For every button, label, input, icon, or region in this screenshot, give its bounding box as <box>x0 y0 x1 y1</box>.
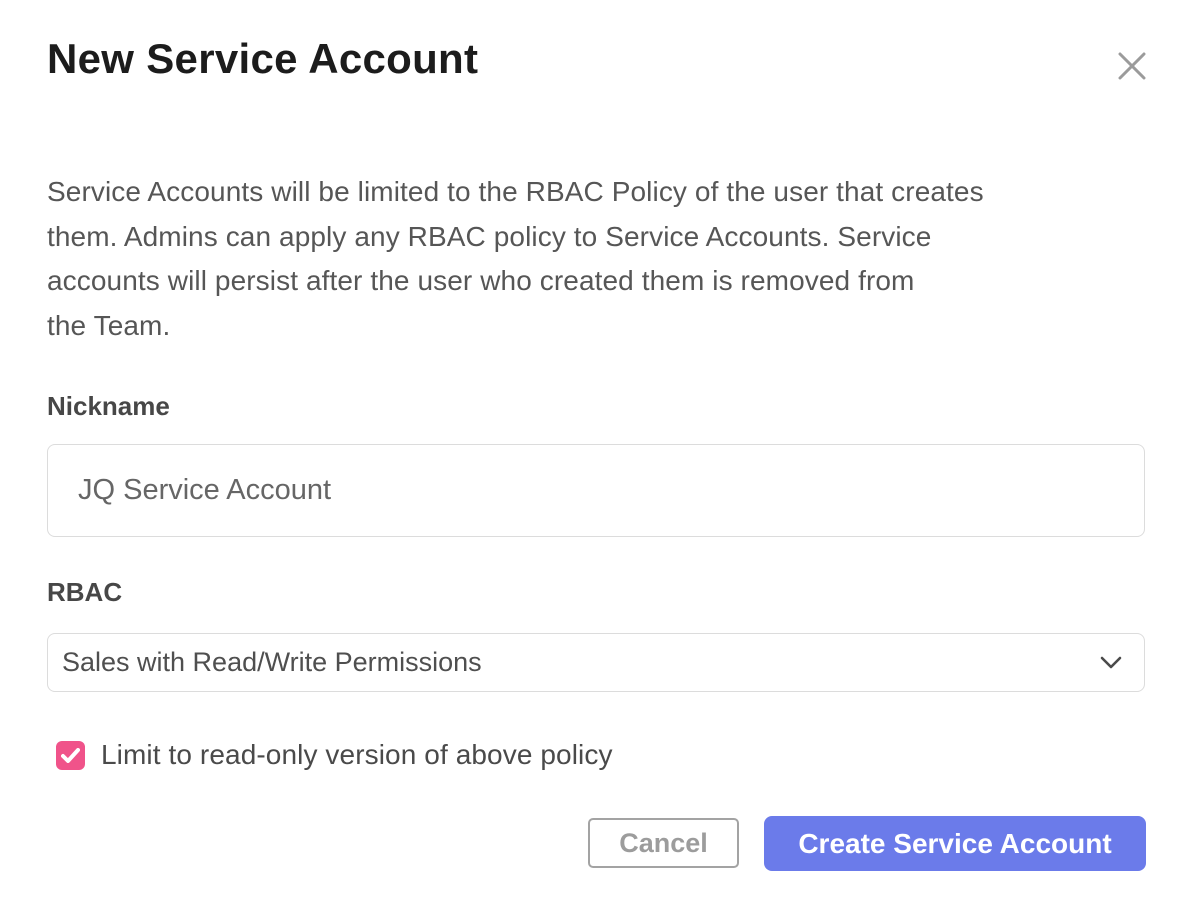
description-line: them. Admins can apply any RBAC policy t… <box>47 215 984 260</box>
new-service-account-modal: New Service Account Service Accounts wil… <box>0 0 1190 904</box>
modal-title: New Service Account <box>47 34 478 84</box>
close-icon <box>1117 51 1147 81</box>
check-icon <box>61 748 80 763</box>
rbac-select-value: Sales with Read/Write Permissions <box>62 647 482 678</box>
description-line: the Team. <box>47 304 984 349</box>
chevron-down-icon <box>1100 656 1122 669</box>
create-service-account-button[interactable]: Create Service Account <box>764 816 1146 871</box>
rbac-select[interactable]: Sales with Read/Write Permissions <box>47 633 1145 692</box>
close-button[interactable] <box>1110 44 1154 88</box>
cancel-button[interactable]: Cancel <box>588 818 739 868</box>
nickname-input[interactable] <box>47 444 1145 537</box>
read-only-checkbox-label: Limit to read-only version of above poli… <box>101 739 613 771</box>
description-line: accounts will persist after the user who… <box>47 259 984 304</box>
modal-description: Service Accounts will be limited to the … <box>47 170 984 348</box>
read-only-checkbox-row[interactable]: Limit to read-only version of above poli… <box>56 738 613 772</box>
rbac-label: RBAC <box>47 576 122 608</box>
nickname-label: Nickname <box>47 390 170 422</box>
read-only-checkbox[interactable] <box>56 741 85 770</box>
description-line: Service Accounts will be limited to the … <box>47 170 984 215</box>
